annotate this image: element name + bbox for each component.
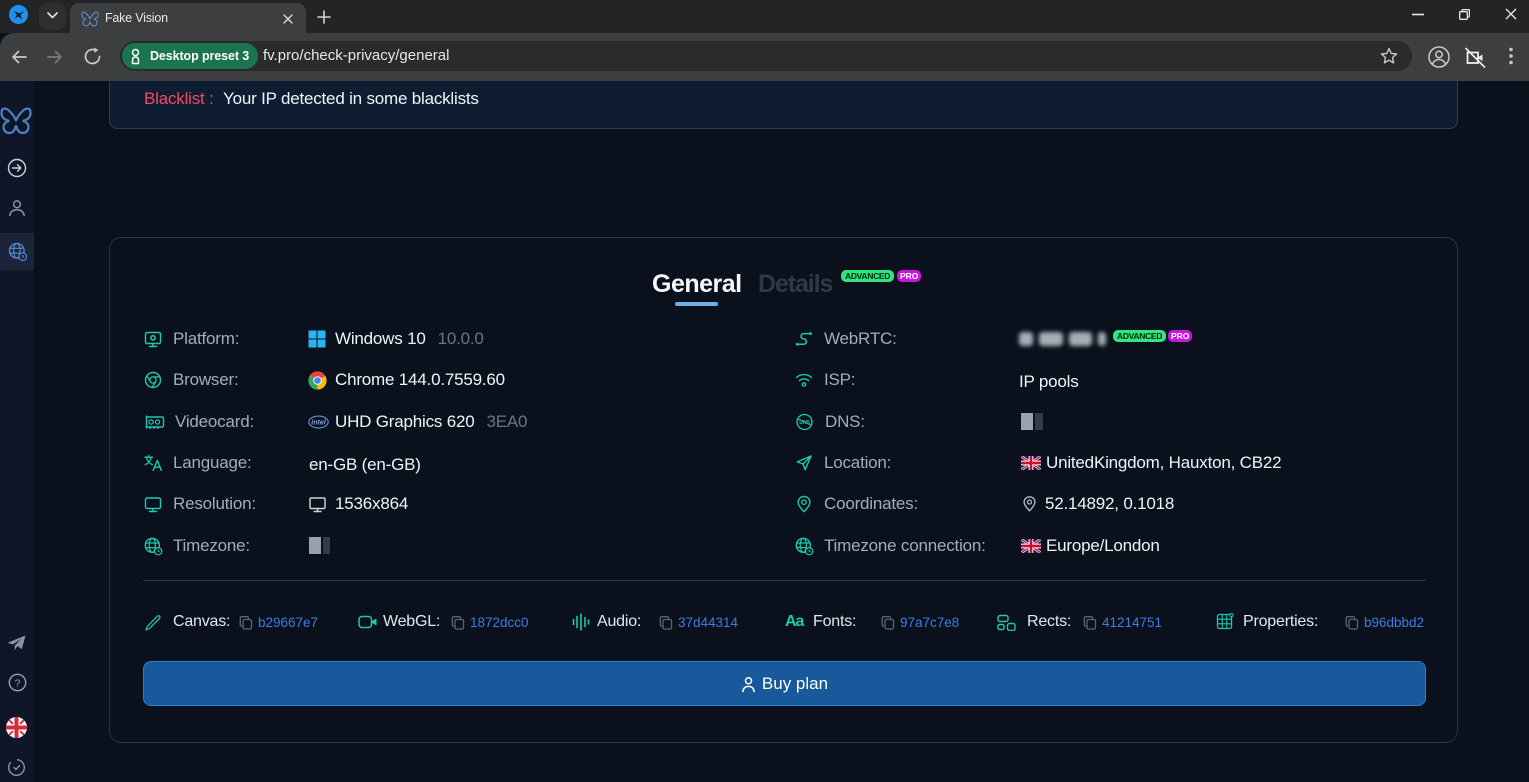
- svg-text:?: ?: [15, 677, 21, 689]
- svg-text:intel: intel: [311, 420, 326, 427]
- svg-text:DNS: DNS: [799, 420, 810, 426]
